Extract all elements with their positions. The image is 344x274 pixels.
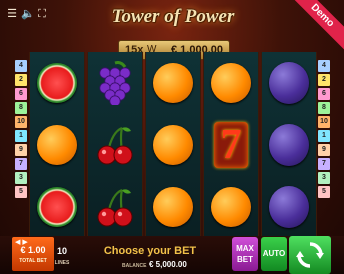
line-number-badge: 7 xyxy=(15,158,27,170)
watermelon-icon xyxy=(37,63,77,103)
spin-arrows-icon xyxy=(296,242,324,268)
orange-icon xyxy=(211,63,251,103)
orange-icon xyxy=(153,63,193,103)
demo-ribbon: Demo xyxy=(286,0,344,52)
cherries-icon xyxy=(97,126,133,165)
line-number-badge: 1 xyxy=(318,130,330,142)
menu-icon[interactable]: ☰ xyxy=(6,8,18,20)
reel-cell xyxy=(30,176,84,238)
orange-icon xyxy=(37,125,77,165)
line-numbers-left: 4 2 6 8 10 1 9 7 3 5 xyxy=(15,60,27,240)
line-number-badge: 9 xyxy=(15,144,27,156)
lines-display: 10 LINES xyxy=(54,244,70,270)
plum-icon xyxy=(269,62,309,104)
reel-cell xyxy=(146,176,200,238)
line-number-badge: 3 xyxy=(15,172,27,184)
reel-cell: 7 xyxy=(204,114,258,176)
line-number-badge: 3 xyxy=(318,172,330,184)
reel-cell xyxy=(262,52,316,114)
orange-icon xyxy=(211,187,251,227)
top-bar: ☰ 🔈 ⛶ Tower of Power Demo xyxy=(0,0,344,52)
reel-cell xyxy=(146,114,200,176)
lines-label: LINES xyxy=(54,260,70,266)
reel xyxy=(261,52,317,238)
message-panel: Choose your BET BALANCE € 5,000.00 xyxy=(72,241,228,273)
line-number-badge: 4 xyxy=(318,60,330,72)
reel-cell xyxy=(146,52,200,114)
line-number-badge: 8 xyxy=(318,102,330,114)
line-number-badge: 6 xyxy=(15,88,27,100)
lines-value: 10 xyxy=(56,246,67,256)
spin-button[interactable] xyxy=(289,236,331,274)
line-numbers-right: 4 2 6 8 10 1 9 7 3 5 xyxy=(318,60,330,240)
reel: 7 xyxy=(203,52,259,238)
reel-cell xyxy=(88,52,142,114)
reel-cell xyxy=(204,176,258,238)
seven-icon: 7 xyxy=(214,122,248,168)
plum-icon xyxy=(269,124,309,166)
total-bet-control[interactable]: ◀ ▶ € 1.00 TOTAL BET xyxy=(12,237,54,271)
orange-icon xyxy=(153,125,193,165)
cherries-icon xyxy=(97,188,133,227)
reel-cell xyxy=(88,114,142,176)
line-number-badge: 2 xyxy=(15,74,27,86)
balance-label: BALANCE xyxy=(122,263,147,269)
grapes-icon xyxy=(99,61,131,105)
reel-cell xyxy=(262,114,316,176)
line-number-badge: 2 xyxy=(318,74,330,86)
line-number-badge: 6 xyxy=(318,88,330,100)
slot-game: ☰ 🔈 ⛶ Tower of Power Demo 15x W € 1,000.… xyxy=(0,0,344,274)
speaker-icon[interactable]: 🔈 xyxy=(21,8,35,20)
reel-cell xyxy=(30,114,84,176)
plum-icon xyxy=(269,186,309,228)
line-number-badge: 8 xyxy=(15,102,27,114)
game-logo: Tower of Power xyxy=(111,6,235,27)
reel xyxy=(145,52,201,238)
total-bet-label: TOTAL BET xyxy=(19,258,47,264)
total-bet-value: € 1.00 xyxy=(20,245,46,255)
line-number-badge: 5 xyxy=(318,186,330,198)
line-number-badge: 7 xyxy=(318,158,330,170)
line-number-badge: 1 xyxy=(15,130,27,142)
auto-button[interactable]: AUTO xyxy=(261,237,287,271)
status-message: Choose your BET xyxy=(103,245,197,257)
line-number-badge: 5 xyxy=(15,186,27,198)
orange-icon xyxy=(153,187,193,227)
reel-cell xyxy=(30,52,84,114)
line-number-badge: 4 xyxy=(15,60,27,72)
reel xyxy=(87,52,143,238)
max-bet-button[interactable]: MAX BET xyxy=(232,237,258,271)
watermelon-icon xyxy=(37,187,77,227)
line-number-badge: 10 xyxy=(318,116,330,128)
reel-cell xyxy=(262,176,316,238)
balance-value: € 5,000.00 xyxy=(149,260,187,269)
reel-area: 7 xyxy=(29,52,317,238)
line-number-badge: 9 xyxy=(318,144,330,156)
reel xyxy=(29,52,85,238)
reel-cell xyxy=(88,176,142,238)
reel-cell xyxy=(204,52,258,114)
fullscreen-icon[interactable]: ⛶ xyxy=(36,8,48,20)
line-number-badge: 10 xyxy=(15,116,27,128)
